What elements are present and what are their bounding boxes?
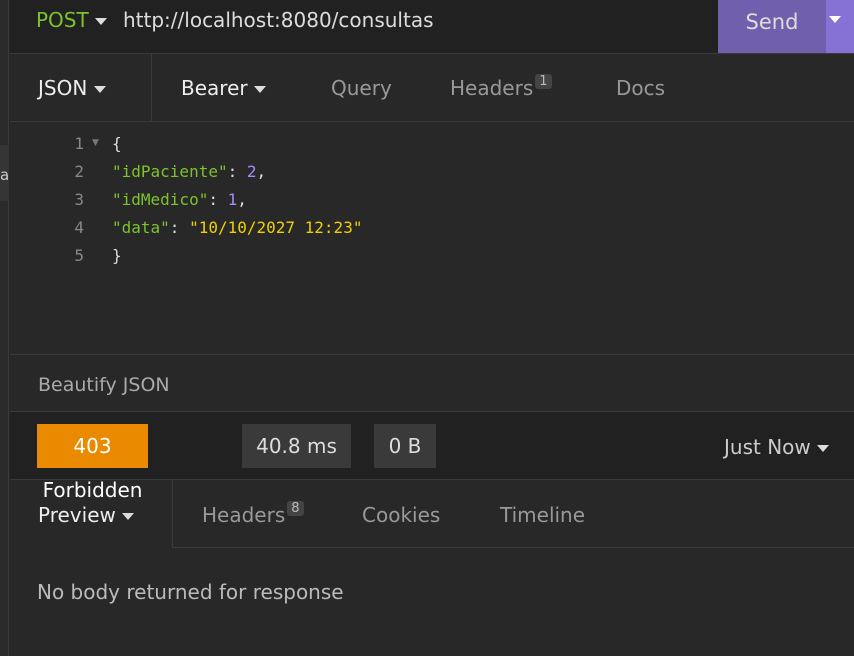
line-number: 1	[74, 134, 84, 153]
tab-label: JSON	[38, 76, 88, 100]
chevron-down-icon	[93, 86, 106, 93]
empty-response-message: No body returned for response	[37, 580, 344, 604]
history-dropdown[interactable]: Just Now	[724, 435, 830, 459]
tab-label: Bearer	[181, 76, 248, 100]
tab-label: Headers	[202, 503, 286, 527]
code-line[interactable]: "idMedico": 1,	[112, 190, 247, 209]
method-label: POST	[36, 8, 89, 32]
divider	[172, 480, 173, 548]
tab-body[interactable]: JSON	[38, 76, 106, 100]
fold-icon[interactable]: ▼	[92, 138, 99, 148]
divider	[172, 547, 854, 548]
code-line[interactable]: }	[112, 246, 122, 265]
status-badge: 403 Forbidden	[37, 424, 148, 502]
response-time: 40.8 ms	[242, 424, 351, 468]
chevron-down-icon	[253, 86, 266, 93]
tab-cookies[interactable]: Cookies	[362, 503, 440, 527]
history-label: Just Now	[724, 435, 811, 459]
line-number: 5	[74, 246, 84, 265]
chevron-down-icon	[829, 16, 841, 23]
url-input[interactable]: http://localhost:8080/consultas	[123, 8, 434, 32]
line-number: 2	[74, 162, 84, 181]
code-line[interactable]: "data": "10/10/2027 12:23"	[112, 218, 362, 237]
beautify-button[interactable]: Beautify JSON	[38, 374, 170, 396]
sidebar-item-text: a	[0, 166, 9, 184]
chevron-down-icon	[817, 445, 830, 452]
tab-response-headers[interactable]: Headers 8	[202, 501, 304, 527]
chevron-down-icon	[122, 513, 135, 520]
chevron-down-icon	[95, 18, 108, 25]
tab-label: Preview	[38, 503, 116, 527]
tab-timeline[interactable]: Timeline	[500, 503, 585, 527]
send-options-button[interactable]	[826, 0, 854, 53]
tab-auth[interactable]: Bearer	[181, 76, 266, 100]
code-line[interactable]: "idPaciente": 2,	[112, 162, 266, 181]
code-line[interactable]: {	[112, 134, 122, 153]
tab-preview[interactable]: Preview	[38, 503, 135, 527]
tab-query[interactable]: Query	[331, 76, 392, 100]
tab-docs[interactable]: Docs	[616, 76, 665, 100]
headers-count-badge: 8	[287, 501, 304, 516]
line-number: 4	[74, 218, 84, 237]
line-number: 3	[74, 190, 84, 209]
tab-label: Headers	[450, 76, 534, 100]
headers-count-badge: 1	[535, 74, 552, 89]
send-button[interactable]: Send	[718, 0, 826, 53]
sidebar	[0, 0, 9, 656]
tab-headers[interactable]: Headers 1	[450, 74, 552, 100]
method-select[interactable]: POST	[36, 8, 108, 32]
divider	[151, 54, 152, 122]
request-tabs	[10, 54, 854, 122]
response-size: 0 B	[374, 424, 436, 468]
